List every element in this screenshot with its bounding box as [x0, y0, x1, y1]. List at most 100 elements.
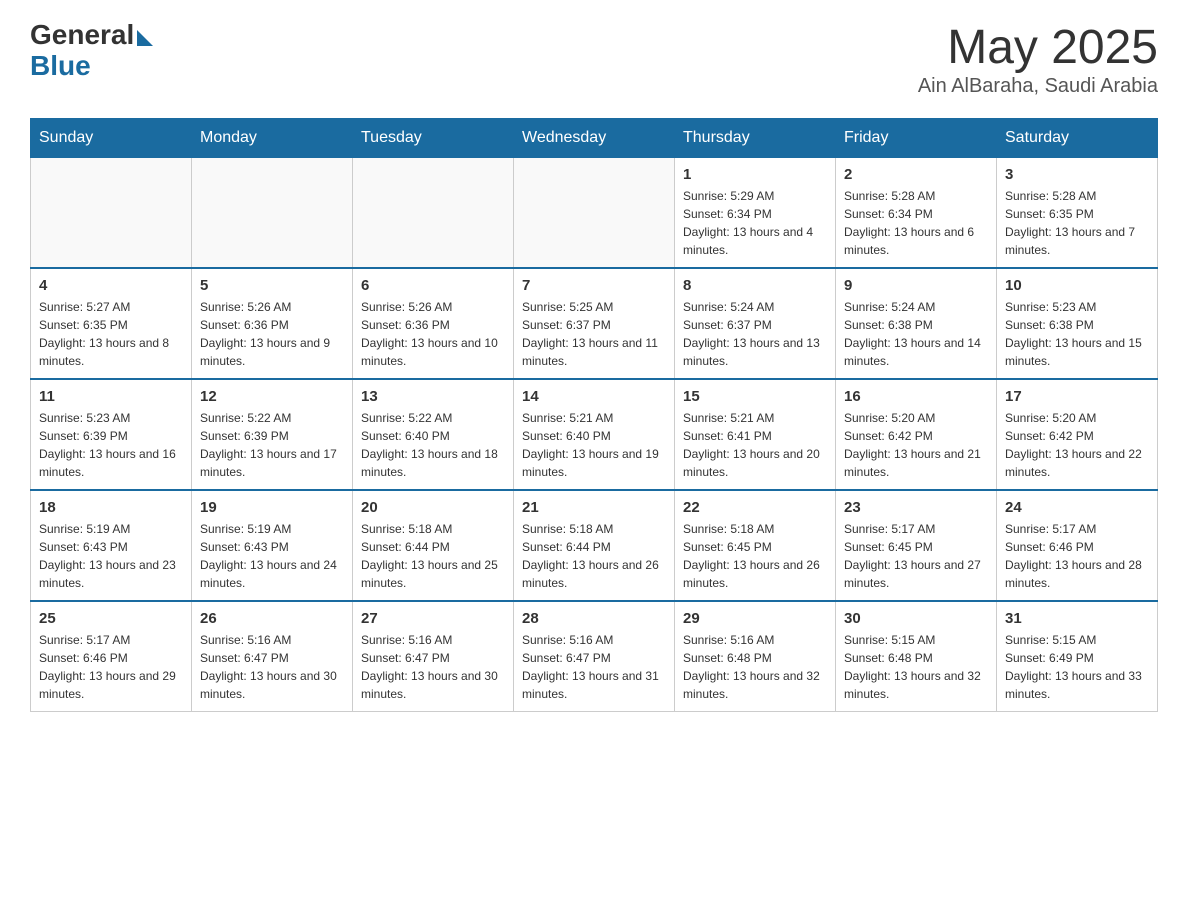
calendar-day-cell: 24Sunrise: 5:17 AMSunset: 6:46 PMDayligh…	[997, 490, 1158, 601]
title-area: May 2025 Ain AlBaraha, Saudi Arabia	[918, 20, 1158, 98]
day-info: Sunrise: 5:23 AMSunset: 6:38 PMDaylight:…	[1005, 298, 1149, 370]
calendar-day-cell: 26Sunrise: 5:16 AMSunset: 6:47 PMDayligh…	[192, 601, 353, 712]
day-info: Sunrise: 5:20 AMSunset: 6:42 PMDaylight:…	[844, 409, 988, 481]
day-info: Sunrise: 5:21 AMSunset: 6:41 PMDaylight:…	[683, 409, 827, 481]
calendar-day-cell: 30 Sunrise: 5:15 AMSunset: 6:48 PMDayligh…	[836, 601, 997, 712]
day-info: Sunrise: 5:18 AMSunset: 6:45 PMDaylight:…	[683, 520, 827, 592]
calendar-week-row: 18 Sunrise: 5:19 AMSunset: 6:43 PMDayligh…	[31, 490, 1158, 601]
day-number: 28	[522, 610, 666, 627]
day-number: 27	[361, 610, 505, 627]
day-of-week-header: Saturday	[997, 119, 1158, 158]
month-title: May 2025	[918, 20, 1158, 75]
calendar-day-cell: 23Sunrise: 5:17 AMSunset: 6:45 PMDayligh…	[836, 490, 997, 601]
day-info: Sunrise: 5:18 AMSunset: 6:44 PMDaylight:…	[522, 520, 666, 592]
day-info: Sunrise: 5:18 AMSunset: 6:44 PMDaylight:…	[361, 520, 505, 592]
day-of-week-header: Monday	[192, 119, 353, 158]
day-info: Sunrise: 5:21 AMSunset: 6:40 PMDaylight:…	[522, 409, 666, 481]
day-number: 4	[39, 277, 183, 294]
calendar-day-cell: 3Sunrise: 5:28 AMSunset: 6:35 PMDaylight…	[997, 158, 1158, 269]
day-info: Sunrise: 5:22 AMSunset: 6:40 PMDaylight:…	[361, 409, 505, 481]
logo-arrow-icon	[137, 30, 153, 46]
calendar-day-cell: 20 Sunrise: 5:18 AMSunset: 6:44 PMDayligh…	[353, 490, 514, 601]
calendar-week-row: 4Sunrise: 5:27 AMSunset: 6:35 PMDaylight…	[31, 268, 1158, 379]
calendar-day-cell: 29 Sunrise: 5:16 AMSunset: 6:48 PMDayligh…	[675, 601, 836, 712]
calendar-day-cell: 13 Sunrise: 5:22 AMSunset: 6:40 PMDayligh…	[353, 379, 514, 490]
day-number: 3	[1005, 166, 1149, 183]
day-info: Sunrise: 5:28 AMSunset: 6:34 PMDaylight:…	[844, 187, 988, 259]
day-info: Sunrise: 5:16 AMSunset: 6:47 PMDaylight:…	[200, 631, 344, 703]
day-info: Sunrise: 5:16 AMSunset: 6:47 PMDaylight:…	[522, 631, 666, 703]
calendar-week-row: 25 Sunrise: 5:17 AMSunset: 6:46 PMDayligh…	[31, 601, 1158, 712]
day-info: Sunrise: 5:19 AMSunset: 6:43 PMDaylight:…	[39, 520, 183, 592]
day-number: 7	[522, 277, 666, 294]
day-number: 14	[522, 388, 666, 405]
day-of-week-header: Sunday	[31, 119, 192, 158]
calendar-day-cell: 7 Sunrise: 5:25 AMSunset: 6:37 PMDaylight…	[514, 268, 675, 379]
calendar-day-cell: 14 Sunrise: 5:21 AMSunset: 6:40 PMDayligh…	[514, 379, 675, 490]
day-number: 20	[361, 499, 505, 516]
day-info: Sunrise: 5:16 AMSunset: 6:48 PMDaylight:…	[683, 631, 827, 703]
day-number: 29	[683, 610, 827, 627]
day-number: 15	[683, 388, 827, 405]
day-number: 18	[39, 499, 183, 516]
day-number: 13	[361, 388, 505, 405]
day-info: Sunrise: 5:24 AMSunset: 6:37 PMDaylight:…	[683, 298, 827, 370]
calendar-day-cell: 31Sunrise: 5:15 AMSunset: 6:49 PMDayligh…	[997, 601, 1158, 712]
calendar-day-cell: 1Sunrise: 5:29 AMSunset: 6:34 PMDaylight…	[675, 158, 836, 269]
day-number: 22	[683, 499, 827, 516]
day-info: Sunrise: 5:29 AMSunset: 6:34 PMDaylight:…	[683, 187, 827, 259]
day-info: Sunrise: 5:15 AMSunset: 6:49 PMDaylight:…	[1005, 631, 1149, 703]
day-number: 23	[844, 499, 988, 516]
day-info: Sunrise: 5:25 AMSunset: 6:37 PMDaylight:…	[522, 298, 666, 370]
day-info: Sunrise: 5:17 AMSunset: 6:46 PMDaylight:…	[1005, 520, 1149, 592]
day-of-week-header: Wednesday	[514, 119, 675, 158]
day-info: Sunrise: 5:16 AMSunset: 6:47 PMDaylight:…	[361, 631, 505, 703]
calendar-week-row: 1Sunrise: 5:29 AMSunset: 6:34 PMDaylight…	[31, 158, 1158, 269]
logo-blue-text: Blue	[30, 51, 153, 82]
calendar-header-row: SundayMondayTuesdayWednesdayThursdayFrid…	[31, 119, 1158, 158]
day-info: Sunrise: 5:19 AMSunset: 6:43 PMDaylight:…	[200, 520, 344, 592]
day-number: 19	[200, 499, 344, 516]
calendar-day-cell: 21 Sunrise: 5:18 AMSunset: 6:44 PMDayligh…	[514, 490, 675, 601]
location-text: Ain AlBaraha, Saudi Arabia	[918, 75, 1158, 98]
calendar-day-cell: 18 Sunrise: 5:19 AMSunset: 6:43 PMDayligh…	[31, 490, 192, 601]
day-info: Sunrise: 5:24 AMSunset: 6:38 PMDaylight:…	[844, 298, 988, 370]
day-number: 8	[683, 277, 827, 294]
calendar-day-cell: 5 Sunrise: 5:26 AMSunset: 6:36 PMDaylight…	[192, 268, 353, 379]
calendar-day-cell: 9Sunrise: 5:24 AMSunset: 6:38 PMDaylight…	[836, 268, 997, 379]
calendar-day-cell	[514, 158, 675, 269]
day-of-week-header: Tuesday	[353, 119, 514, 158]
calendar-day-cell: 15 Sunrise: 5:21 AMSunset: 6:41 PMDayligh…	[675, 379, 836, 490]
day-info: Sunrise: 5:26 AMSunset: 6:36 PMDaylight:…	[361, 298, 505, 370]
day-number: 21	[522, 499, 666, 516]
calendar-day-cell	[31, 158, 192, 269]
day-number: 10	[1005, 277, 1149, 294]
day-number: 30	[844, 610, 988, 627]
calendar-week-row: 11 Sunrise: 5:23 AMSunset: 6:39 PMDayligh…	[31, 379, 1158, 490]
day-number: 17	[1005, 388, 1149, 405]
day-info: Sunrise: 5:22 AMSunset: 6:39 PMDaylight:…	[200, 409, 344, 481]
day-number: 5	[200, 277, 344, 294]
calendar-day-cell: 6 Sunrise: 5:26 AMSunset: 6:36 PMDaylight…	[353, 268, 514, 379]
day-info: Sunrise: 5:20 AMSunset: 6:42 PMDaylight:…	[1005, 409, 1149, 481]
calendar-day-cell: 2 Sunrise: 5:28 AMSunset: 6:34 PMDaylight…	[836, 158, 997, 269]
calendar-day-cell: 17 Sunrise: 5:20 AMSunset: 6:42 PMDayligh…	[997, 379, 1158, 490]
calendar-day-cell	[192, 158, 353, 269]
day-info: Sunrise: 5:26 AMSunset: 6:36 PMDaylight:…	[200, 298, 344, 370]
day-number: 6	[361, 277, 505, 294]
day-info: Sunrise: 5:17 AMSunset: 6:46 PMDaylight:…	[39, 631, 183, 703]
day-number: 12	[200, 388, 344, 405]
logo: General Blue	[30, 20, 153, 82]
calendar-day-cell: 27 Sunrise: 5:16 AMSunset: 6:47 PMDayligh…	[353, 601, 514, 712]
calendar-day-cell: 4Sunrise: 5:27 AMSunset: 6:35 PMDaylight…	[31, 268, 192, 379]
page-header: General Blue May 2025 Ain AlBaraha, Saud…	[30, 20, 1158, 98]
day-info: Sunrise: 5:15 AMSunset: 6:48 PMDaylight:…	[844, 631, 988, 703]
day-number: 2	[844, 166, 988, 183]
day-info: Sunrise: 5:23 AMSunset: 6:39 PMDaylight:…	[39, 409, 183, 481]
day-number: 25	[39, 610, 183, 627]
calendar-day-cell	[353, 158, 514, 269]
logo-general-text: General	[30, 20, 134, 51]
day-of-week-header: Thursday	[675, 119, 836, 158]
day-number: 11	[39, 388, 183, 405]
day-number: 16	[844, 388, 988, 405]
